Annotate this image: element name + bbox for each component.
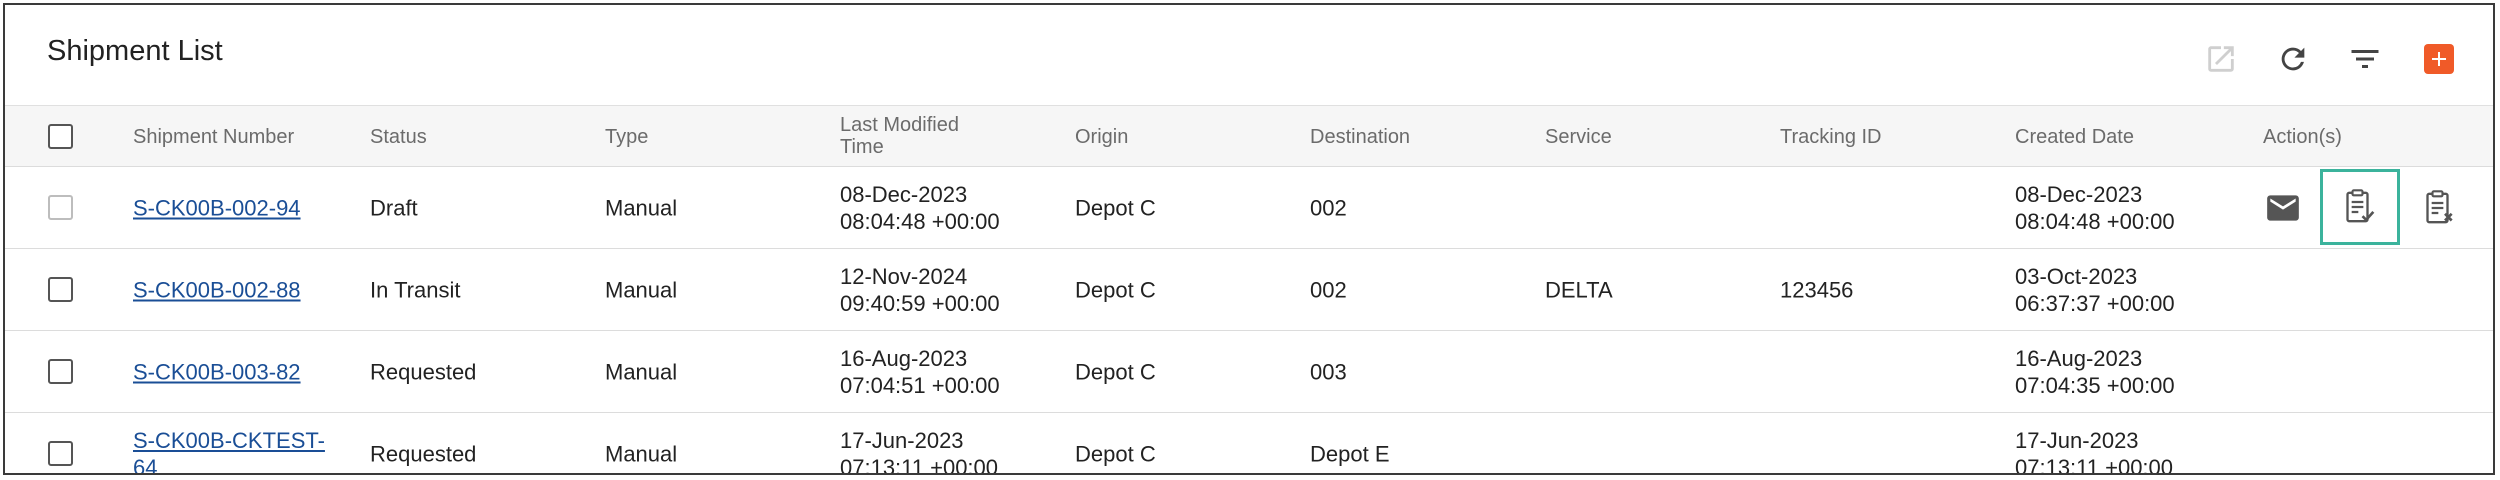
panel-header: Shipment List (5, 5, 2493, 105)
status-cell: Requested (370, 441, 477, 466)
created-time: 07:13:11 +00:00 (2015, 454, 2174, 475)
shipment-list-panel: Shipment List Shipment Number Status Typ… (3, 3, 2495, 475)
last-modified-date: 17-Jun-2023 (840, 427, 964, 453)
last-modified-time: 07:04:51 +00:00 (840, 372, 1000, 398)
origin-cell: Depot C (1075, 441, 1156, 466)
last-modified-date: 16-Aug-2023 (840, 345, 968, 371)
tracking-id-cell: 123456 (1780, 277, 1854, 302)
table-row: S-CK00B-CKTEST- 64 Requested Manual 17-J… (5, 413, 2493, 475)
column-header-actions: Action(s) (2263, 126, 2342, 148)
clipboard-x-icon (2426, 190, 2453, 224)
origin-cell: Depot C (1075, 277, 1156, 302)
shipment-number-link[interactable]: S-CK00B-CKTEST- 64 (133, 427, 325, 475)
created-time: 07:04:35 +00:00 (2015, 372, 2175, 398)
type-cell: Manual (605, 195, 678, 220)
last-modified-date: 12-Nov-2024 (840, 263, 968, 289)
shipment-number-line1: S-CK00B-CKTEST- (133, 427, 325, 453)
created-date-cell: 03-Oct-2023 06:37:37 +00:00 (2015, 263, 2175, 317)
row-checkbox[interactable] (48, 277, 73, 302)
open-in-new-icon (2208, 46, 2234, 72)
destination-cell: Depot E (1310, 441, 1390, 466)
created-date: 03-Oct-2023 (2015, 263, 2138, 289)
created-time: 06:37:37 +00:00 (2015, 290, 2175, 316)
add-shipment-button[interactable] (2419, 39, 2459, 79)
shipment-number-link[interactable]: S-CK00B-002-94 (133, 194, 301, 221)
refresh-icon (2281, 47, 2305, 71)
table-row: S-CK00B-003-82 Requested Manual 16-Aug-2… (5, 331, 2493, 413)
column-header-service[interactable]: Service (1545, 126, 1612, 148)
created-time: 08:04:48 +00:00 (2015, 208, 2175, 234)
last-modified-time: 07:13:11 +00:00 (840, 454, 999, 475)
column-header-shipment-number[interactable]: Shipment Number (133, 126, 294, 148)
column-header-origin[interactable]: Origin (1075, 126, 1128, 148)
table-row: S-CK00B-002-94 Draft Manual 08-Dec-2023 … (5, 167, 2493, 249)
status-cell: In Transit (370, 277, 461, 302)
type-cell: Manual (605, 359, 678, 384)
origin-cell: Depot C (1075, 195, 1156, 220)
created-date: 17-Jun-2023 (2015, 427, 2139, 453)
select-all-checkbox[interactable] (48, 124, 73, 149)
shipment-number-line2: 64 (133, 454, 158, 475)
created-date-cell: 16-Aug-2023 07:04:35 +00:00 (2015, 345, 2175, 399)
column-header-tracking-id[interactable]: Tracking ID (1780, 126, 1882, 148)
row-checkbox[interactable] (48, 359, 73, 384)
destination-cell: 003 (1310, 359, 1347, 384)
type-cell: Manual (605, 277, 678, 302)
shipment-number-link[interactable]: S-CK00B-002-88 (133, 276, 301, 303)
column-header-status[interactable]: Status (370, 126, 427, 148)
column-header-destination[interactable]: Destination (1310, 126, 1410, 148)
column-header-created-date[interactable]: Created Date (2015, 126, 2134, 148)
row-checkbox[interactable] (48, 441, 73, 466)
last-modified-cell: 17-Jun-2023 07:13:11 +00:00 (840, 427, 999, 475)
origin-cell: Depot C (1075, 359, 1156, 384)
approve-shipment-button[interactable] (2320, 169, 2400, 245)
column-header-last-modified-line1: Last Modified (840, 114, 959, 136)
clipboard-check-icon (2346, 189, 2375, 223)
last-modified-time: 09:40:59 +00:00 (840, 290, 1000, 316)
service-cell: DELTA (1545, 277, 1613, 302)
destination-cell: 002 (1310, 195, 1347, 220)
refresh-button[interactable] (2273, 39, 2313, 79)
created-date: 16-Aug-2023 (2015, 345, 2143, 371)
column-header-type[interactable]: Type (605, 126, 648, 148)
reject-shipment-button[interactable] (2415, 183, 2465, 233)
last-modified-date: 08-Dec-2023 (840, 181, 968, 207)
filter-list-icon (2351, 50, 2379, 68)
table-row: S-CK00B-002-88 In Transit Manual 12-Nov-… (5, 249, 2493, 331)
export-button[interactable] (2201, 39, 2241, 79)
add-icon (2424, 44, 2454, 74)
last-modified-cell: 16-Aug-2023 07:04:51 +00:00 (840, 345, 1000, 399)
column-header-last-modified[interactable]: Last Modified Time (840, 114, 959, 158)
status-cell: Requested (370, 359, 477, 384)
created-date: 08-Dec-2023 (2015, 181, 2143, 207)
last-modified-time: 08:04:48 +00:00 (840, 208, 1000, 234)
shipment-number-link[interactable]: S-CK00B-003-82 (133, 358, 301, 385)
created-date-cell: 17-Jun-2023 07:13:11 +00:00 (2015, 427, 2174, 475)
destination-cell: 002 (1310, 277, 1347, 302)
created-date-cell: 08-Dec-2023 08:04:48 +00:00 (2015, 181, 2175, 235)
type-cell: Manual (605, 441, 678, 466)
table-header: Shipment Number Status Type Last Modifie… (5, 105, 2493, 167)
page-title: Shipment List (47, 35, 223, 67)
email-icon (2267, 195, 2299, 221)
column-header-last-modified-line2: Time (840, 136, 884, 158)
last-modified-cell: 12-Nov-2024 09:40:59 +00:00 (840, 263, 1000, 317)
row-checkbox[interactable] (48, 195, 73, 220)
filter-button[interactable] (2345, 39, 2385, 79)
send-email-button[interactable] (2258, 183, 2308, 233)
status-cell: Draft (370, 195, 418, 220)
last-modified-cell: 08-Dec-2023 08:04:48 +00:00 (840, 181, 1000, 235)
